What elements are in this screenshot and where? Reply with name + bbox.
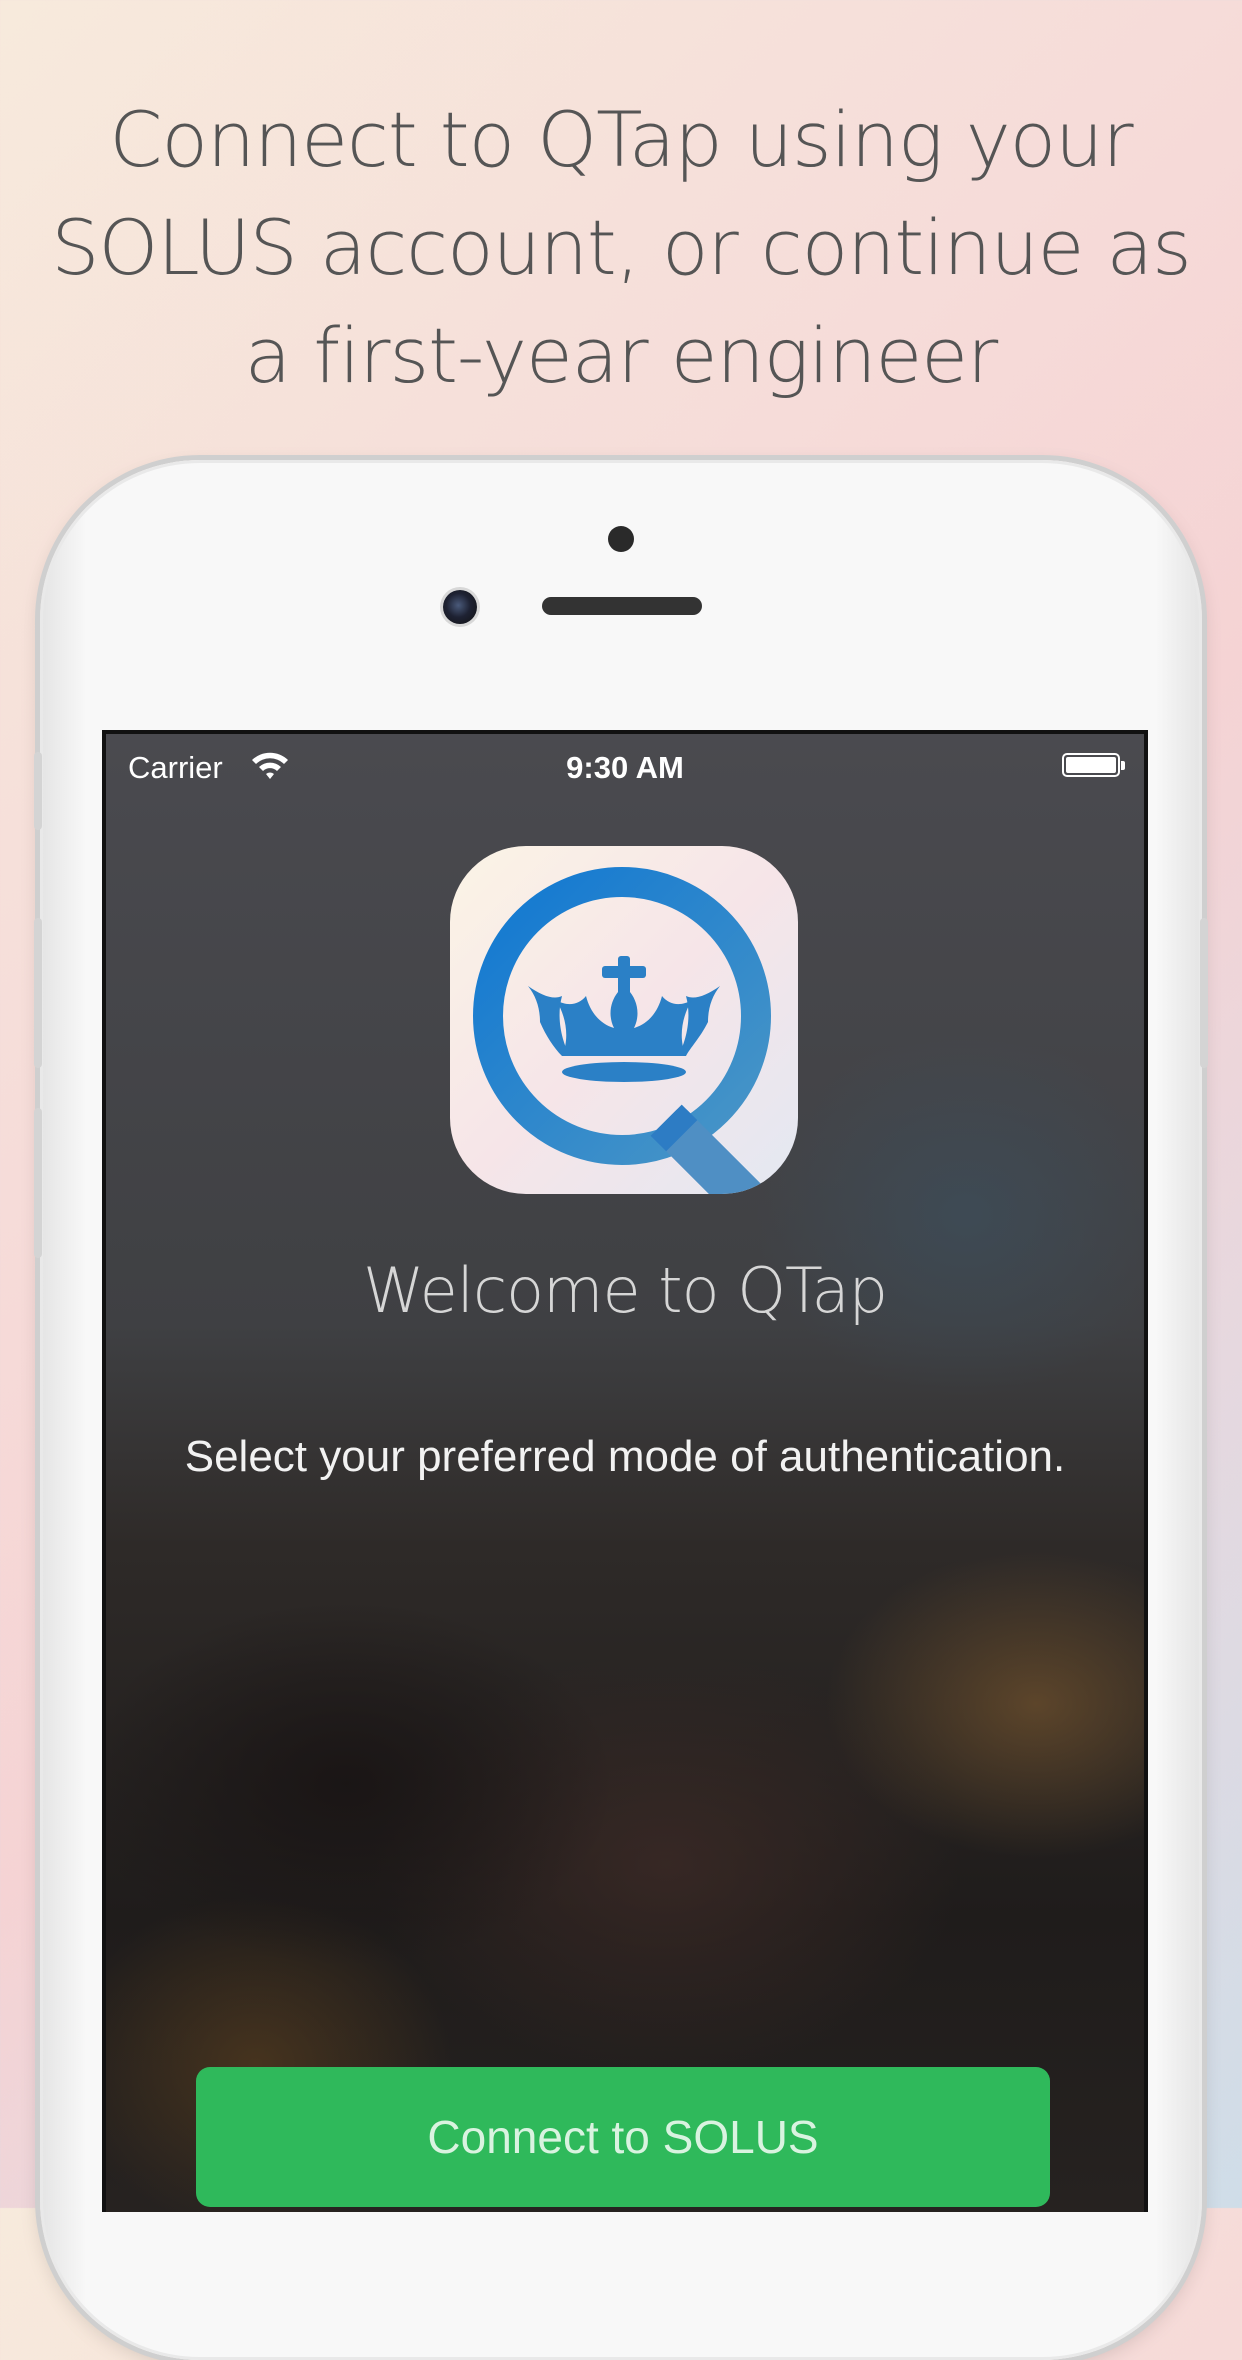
phone-volume-up-button xyxy=(34,918,42,1068)
status-bar: Carrier 9:30 AM xyxy=(106,734,1144,798)
headline-line-1: Connect to QTap using your xyxy=(109,95,1133,184)
connect-to-solus-button[interactable]: Connect to SOLUS xyxy=(196,2067,1050,2207)
phone-volume-down-button xyxy=(34,1108,42,1258)
phone-mute-switch xyxy=(34,752,42,830)
phone-power-button xyxy=(1200,918,1208,1068)
magnifier-crown-icon xyxy=(473,867,771,1194)
qtap-logo-icon xyxy=(450,846,798,1194)
proximity-sensor xyxy=(608,526,634,552)
headline-line-2: SOLUS account, or continue as xyxy=(51,203,1191,292)
headline-line-3: a first-year engineer xyxy=(244,311,999,400)
status-time: 9:30 AM xyxy=(566,750,684,785)
app-screen: Carrier 9:30 AM Welcome to QTap Select y… xyxy=(102,730,1148,2212)
authentication-instruction: Select your preferred mode of authentica… xyxy=(184,1432,1066,1481)
earpiece-speaker xyxy=(542,597,702,615)
front-camera-icon xyxy=(443,590,477,624)
battery-icon xyxy=(1062,753,1125,777)
marketing-headline: Connect to QTap using your SOLUS account… xyxy=(40,86,1202,410)
welcome-title: Welcome to QTap xyxy=(362,1254,888,1327)
